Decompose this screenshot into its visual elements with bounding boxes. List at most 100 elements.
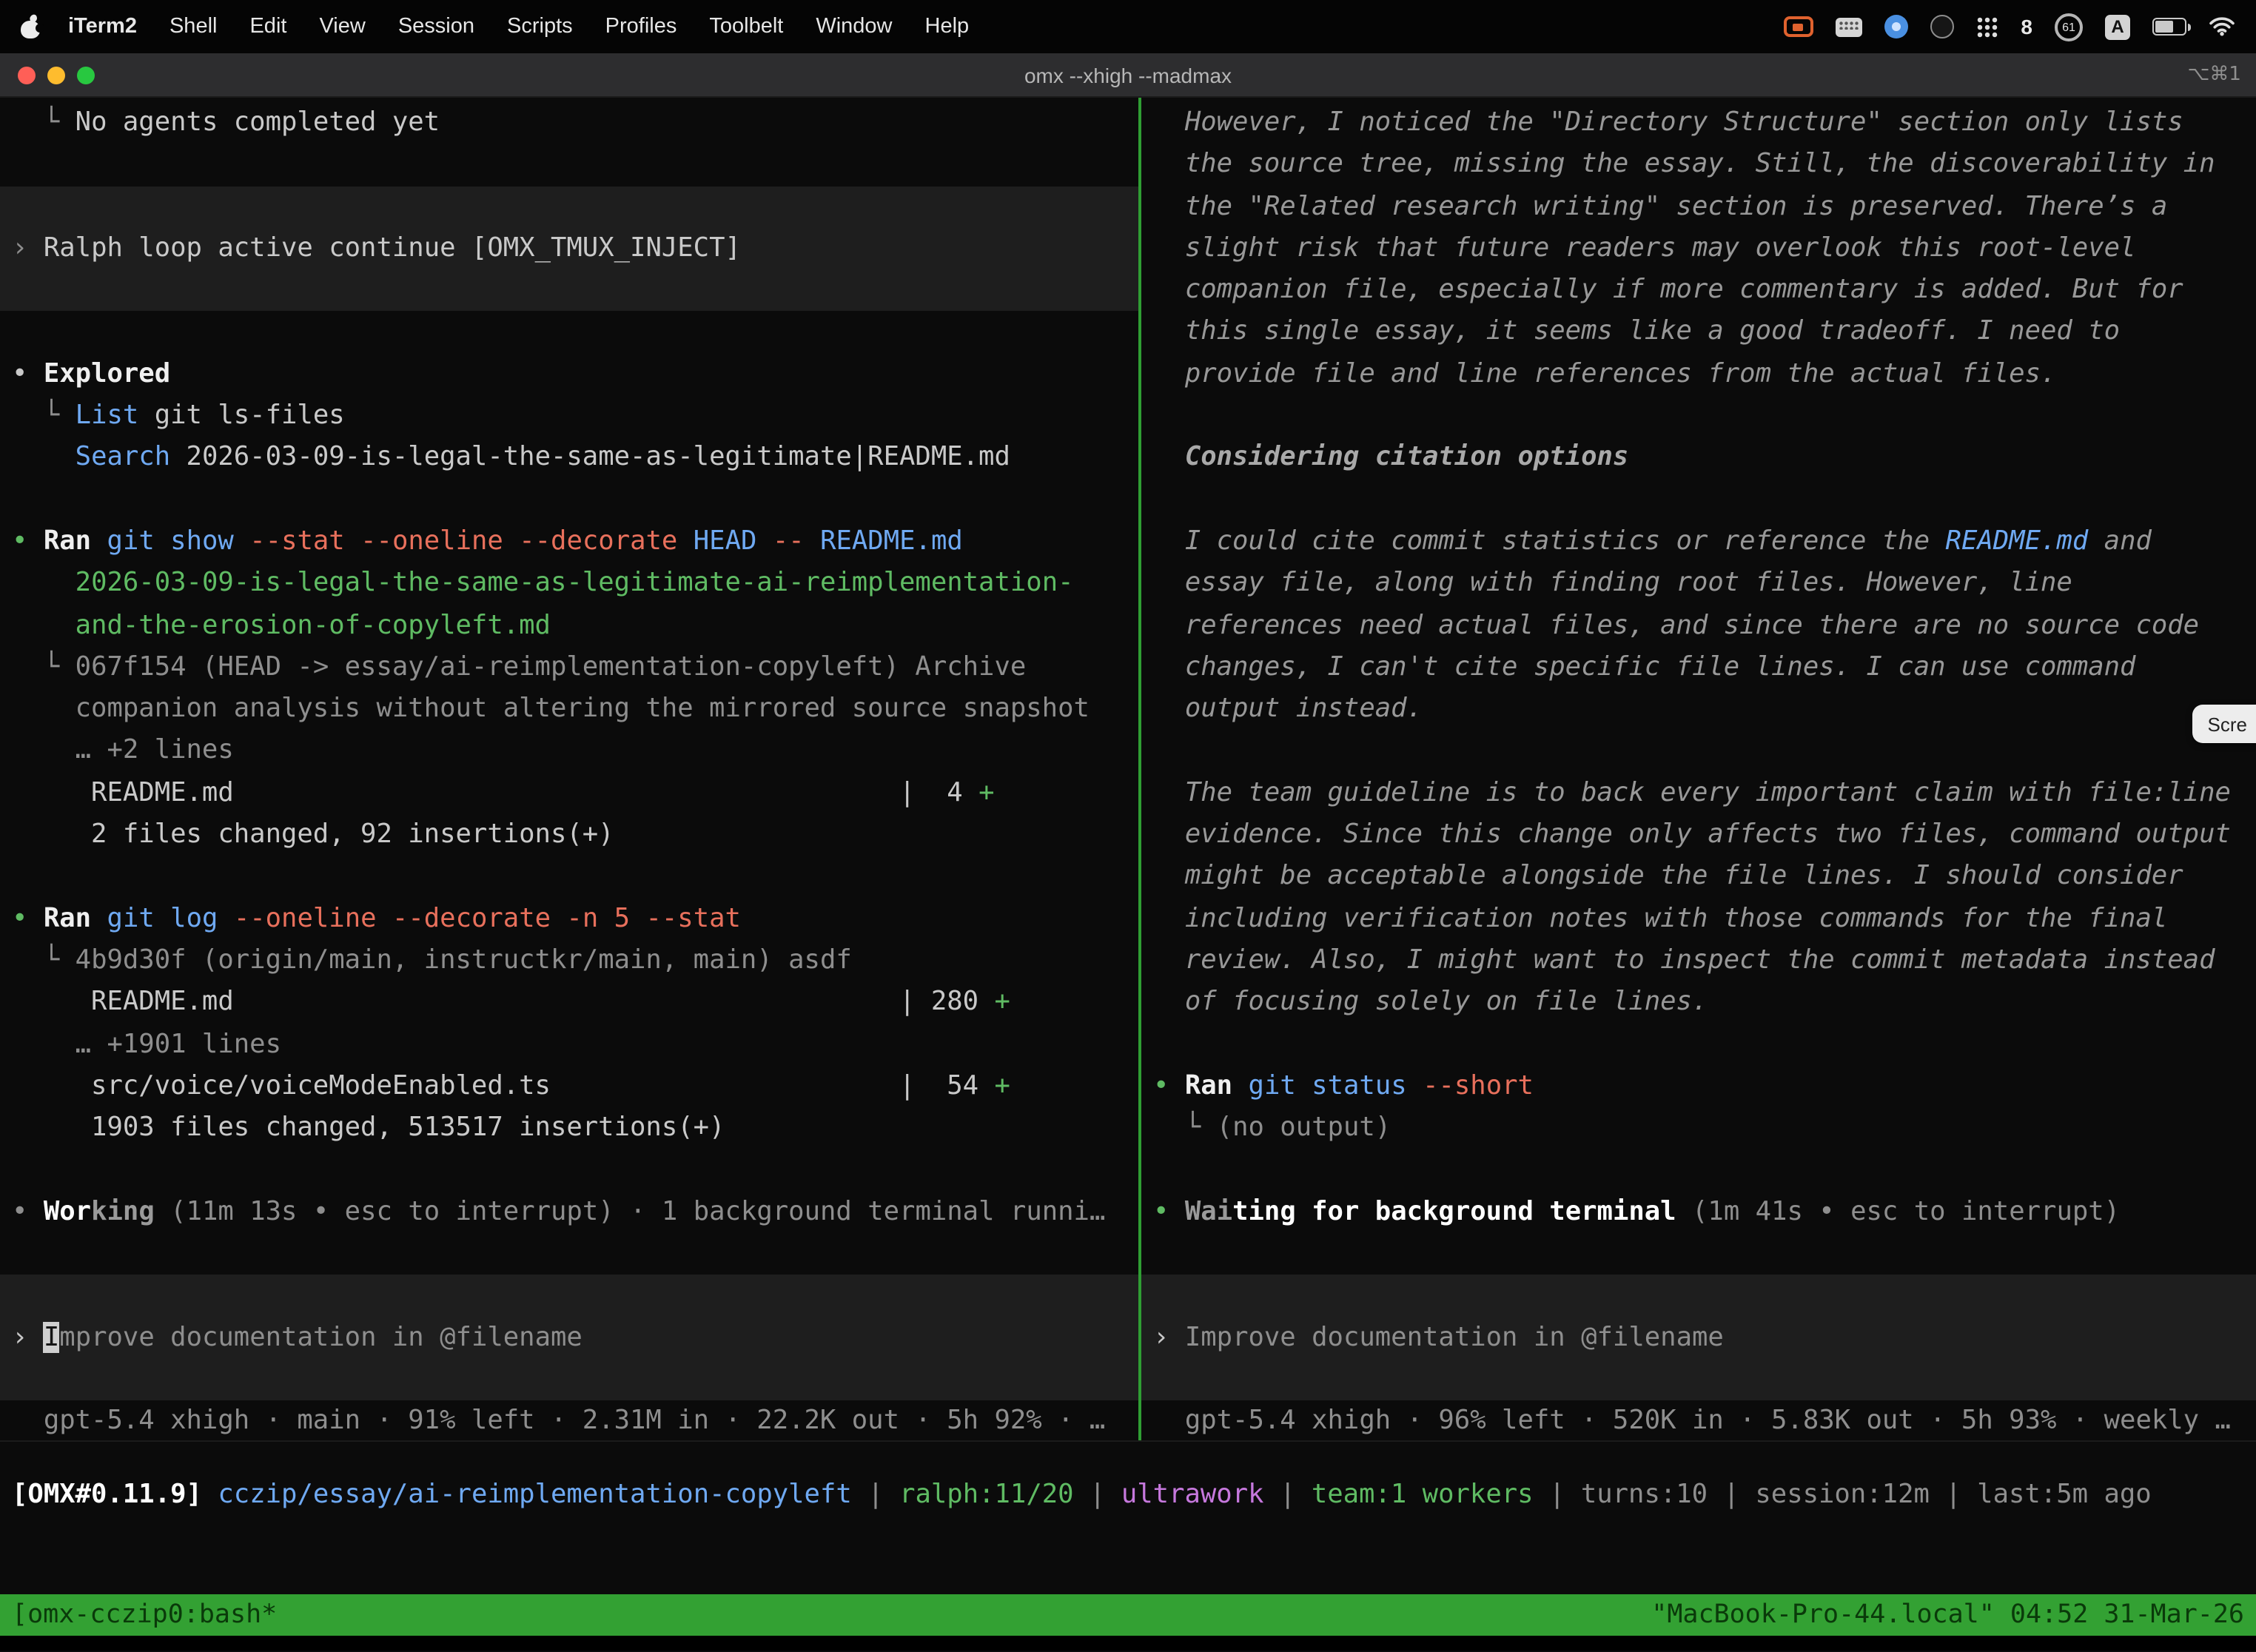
blank-line	[1141, 1233, 2256, 1275]
browser-icon[interactable]	[1884, 15, 1908, 38]
thinking-heading: Considering citation options	[1141, 437, 2256, 480]
terminal-line: review. Also, I might want to inspect th…	[1141, 940, 2256, 982]
line-content: … +1901 lines	[0, 1024, 1138, 1066]
line-content: 2 files changed, 92 insertions(+)	[0, 814, 1138, 856]
macos-menu-bar: iTerm2ShellEditViewSessionScriptsProfile…	[0, 0, 2256, 53]
terminal-line: └ 067f154 (HEAD -> essay/ai-reimplementa…	[0, 647, 1138, 689]
grid-icon[interactable]	[1976, 16, 1998, 38]
terminal-line: the source tree, missing the essay. Stil…	[1141, 144, 2256, 187]
apple-icon[interactable]	[21, 15, 40, 38]
terminal-line: and-the-erosion-of-copyleft.md	[0, 605, 1138, 647]
text-segment: --short	[1407, 1070, 1534, 1101]
text-segment: Wor	[44, 1195, 91, 1226]
text-segment: | 280	[899, 986, 994, 1017]
text-segment: Wai	[1185, 1195, 1232, 1226]
blank-line	[1141, 479, 2256, 521]
left-terminal-pane: └ No agents completed yet › Ralph loop ac…	[0, 98, 1138, 1440]
line-content: › Ralph loop active continue [OMX_TMUX_I…	[0, 228, 741, 270]
text-segment: Explored	[44, 358, 170, 389]
text-segment: •	[1153, 1195, 1185, 1226]
text-segment: including verification notes with those …	[1153, 902, 2167, 933]
terminal-line: essay file, along with finding root file…	[1141, 563, 2256, 605]
text-segment: git log	[107, 902, 218, 933]
working-status-line: • Working (11m 13s • esc to interrupt) ·…	[0, 1191, 1138, 1233]
line-content: README.md | 4 +	[0, 773, 1138, 815]
text-segment: ting for background terminal	[1232, 1195, 1676, 1226]
menu-bar-status-icons: 8 61 A	[1784, 13, 2235, 41]
blank-line	[1141, 1024, 2256, 1066]
screen-recording-indicator-icon[interactable]	[1784, 16, 1813, 37]
input-source-icon[interactable]: A	[2105, 14, 2130, 39]
terminal-line: • Explored	[0, 354, 1138, 396]
line-content: • Ran git status --short	[1141, 1066, 2256, 1108]
gauge-icon[interactable]: 61	[2055, 13, 2083, 41]
text-segment: git ls-files	[138, 400, 344, 431]
terminal-line: changes, I can't cite specific file line…	[1141, 647, 2256, 689]
text-segment: No agents completed yet	[75, 107, 440, 138]
terminal-circle-icon[interactable]	[1930, 15, 1954, 38]
text-segment: essay file, along with finding root file…	[1153, 568, 2072, 599]
line-content: evidence. Since this change only affects…	[1141, 814, 2256, 856]
line-content: and-the-erosion-of-copyleft.md	[0, 605, 1138, 647]
prompt-input-right[interactable]: › Improve documentation in @filename	[1141, 1275, 2256, 1401]
text-segment: 2 files changed, 92 insertions(+)	[12, 819, 614, 850]
window-shortcut-badge: ⌥⌘1	[2187, 64, 2241, 86]
line-content: gpt-5.4 xhigh · main · 91% left · 2.31M …	[0, 1400, 1138, 1440]
text-segment: |	[1264, 1479, 1312, 1510]
wifi-icon[interactable]	[2209, 16, 2235, 37]
text-segment: +	[994, 986, 1010, 1017]
line-content: references need actual files, and since …	[1141, 605, 2256, 647]
minimize-button[interactable]	[47, 67, 65, 84]
terminal-line: The team guideline is to back every impo…	[1141, 773, 2256, 815]
text-segment: 2026-03-09-is-legal-the-same-as-legitima…	[170, 442, 1010, 473]
text-segment	[12, 442, 75, 473]
menu-session[interactable]: Session	[382, 15, 491, 38]
text-segment	[202, 1479, 218, 1510]
text-segment: └	[12, 944, 75, 976]
line-content: └ 067f154 (HEAD -> essay/ai-reimplementa…	[0, 647, 1138, 689]
terminal-line: … +1901 lines	[0, 1024, 1138, 1066]
blank-line	[1141, 395, 2256, 437]
key-icon[interactable]: 8	[2021, 15, 2032, 38]
menu-help[interactable]: Help	[909, 15, 986, 38]
text-segment: I could cite commit statistics or refere…	[1153, 526, 1946, 557]
menu-edit[interactable]: Edit	[233, 15, 303, 38]
text-segment: Search	[75, 442, 170, 473]
menu-window[interactable]: Window	[799, 15, 908, 38]
text-segment: HEAD	[677, 526, 756, 557]
screen: iTerm2ShellEditViewSessionScriptsProfile…	[0, 0, 2256, 1652]
battery-icon[interactable]	[2152, 18, 2186, 36]
menu-scripts[interactable]: Scripts	[491, 15, 589, 38]
text-segment: Ran	[44, 526, 91, 557]
text-segment: +	[978, 777, 994, 808]
model-status-left: gpt-5.4 xhigh · main · 91% left · 2.31M …	[0, 1400, 1138, 1440]
prompt-input-left[interactable]: › Improve documentation in @filename	[0, 1275, 1138, 1401]
terminal-line: I could cite commit statistics or refere…	[1141, 521, 2256, 563]
terminal-line: companion analysis without altering the …	[0, 688, 1138, 731]
text-segment: … +1901 lines	[12, 1028, 281, 1059]
terminal-line: 1903 files changed, 513517 insertions(+)	[0, 1107, 1138, 1149]
text-segment: src/voice/voiceModeEnabled.ts	[12, 1070, 551, 1101]
line-content: review. Also, I might want to inspect th…	[1141, 940, 2256, 982]
line-content: slight risk that future readers may over…	[1141, 228, 2256, 270]
text-segment: However, I noticed the "Directory Struct…	[1153, 107, 2183, 138]
menu-view[interactable]: View	[303, 15, 381, 38]
text-segment: mprove documentation in @filename	[59, 1321, 583, 1352]
terminal-line: 2026-03-09-is-legal-the-same-as-legitima…	[0, 563, 1138, 605]
text-segment: ›	[12, 1321, 44, 1352]
text-segment: and-the-erosion-of-copyleft.md	[75, 609, 551, 640]
menu-profiles[interactable]: Profiles	[589, 15, 694, 38]
close-button[interactable]	[18, 67, 36, 84]
text-segment: •	[1153, 1070, 1185, 1101]
terminal-line: └ (no output)	[1141, 1107, 2256, 1149]
text-segment	[1232, 1070, 1248, 1101]
text-segment: evidence. Since this change only affects…	[1153, 819, 2231, 850]
terminal-line: output instead.	[1141, 688, 2256, 731]
menu-iterm2[interactable]: iTerm2	[52, 15, 153, 38]
text-segment: slight risk that future readers may over…	[1153, 232, 2135, 263]
menu-toolbelt[interactable]: Toolbelt	[693, 15, 799, 38]
menu-shell[interactable]: Shell	[153, 15, 234, 38]
tmux-window-label[interactable]: [omx-cczip0:bash*	[12, 1600, 277, 1630]
zoom-button[interactable]	[77, 67, 95, 84]
keyboard-icon[interactable]	[1836, 17, 1862, 36]
